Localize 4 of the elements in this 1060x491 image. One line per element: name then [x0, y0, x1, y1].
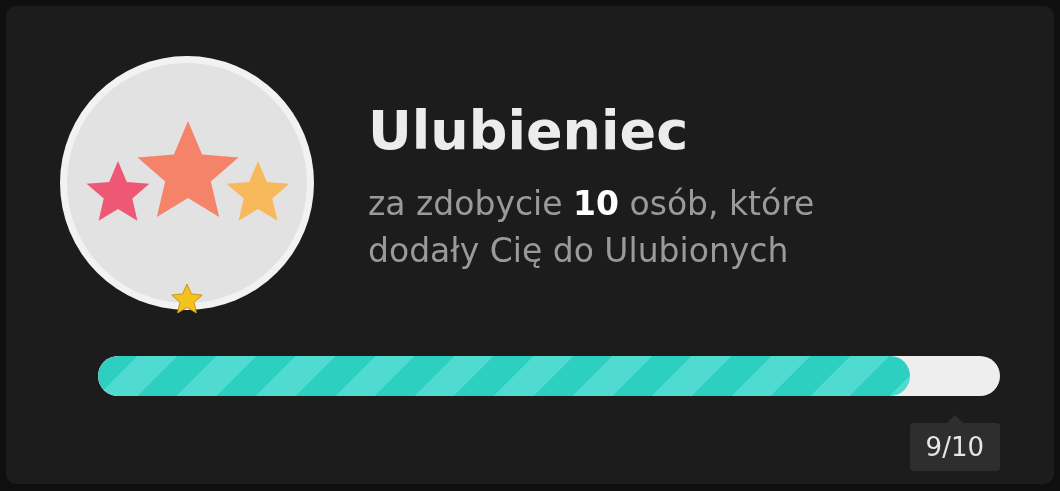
achievement-title: Ulubieniec [368, 104, 690, 158]
achievement-description: za zdobycie 10 osób, które dodały Cię do Ulubionych [368, 183, 816, 272]
star-icon [170, 282, 204, 316]
progress-tooltip: 9/10 [909, 423, 1000, 471]
